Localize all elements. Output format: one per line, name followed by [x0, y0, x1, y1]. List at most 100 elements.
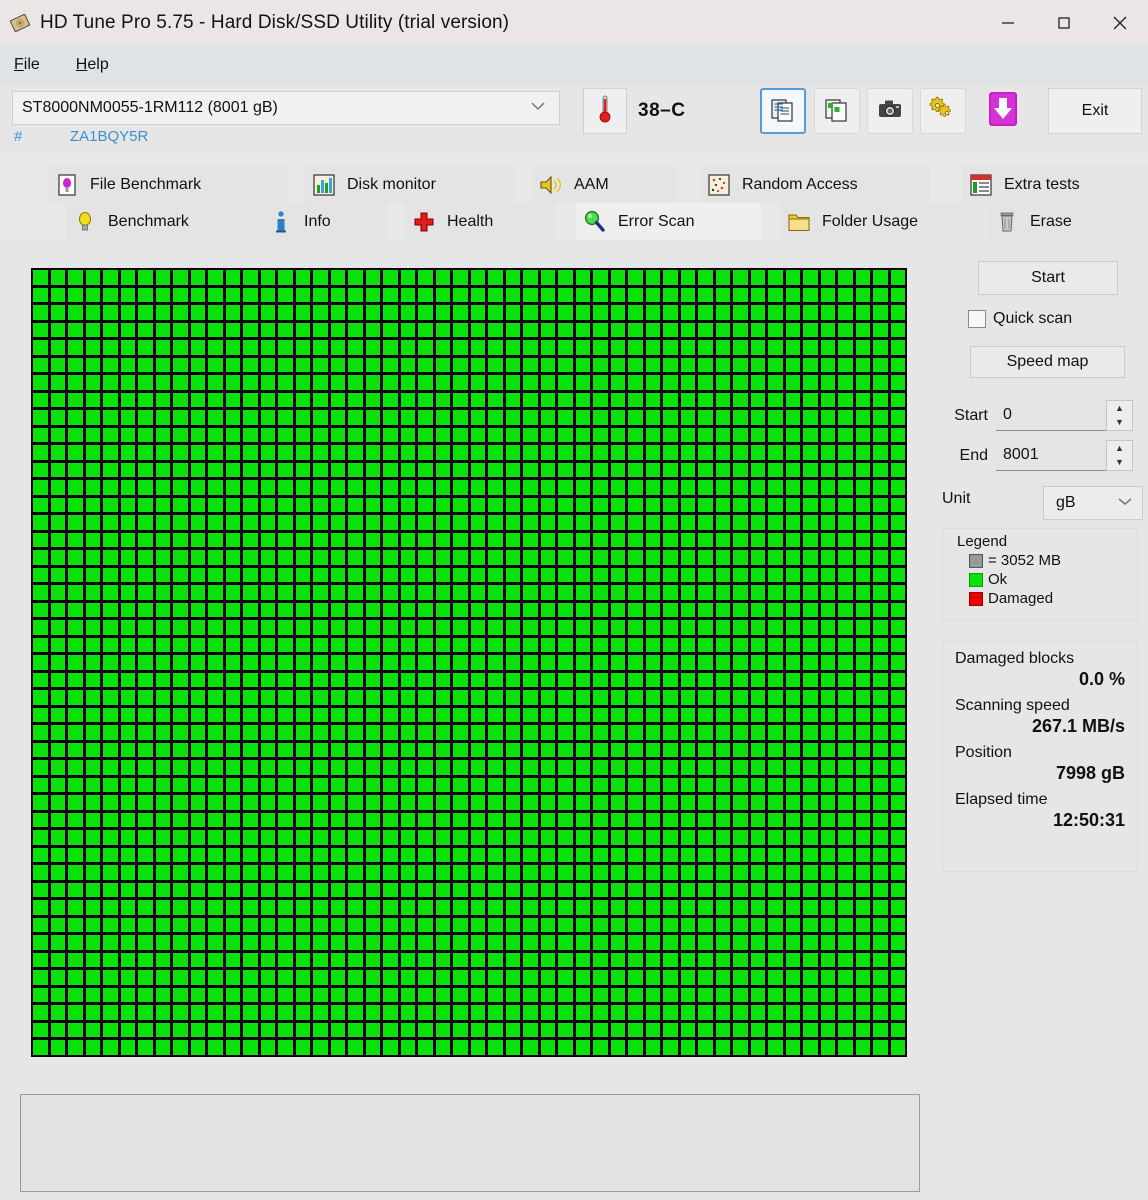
block-cell: [733, 270, 748, 285]
stepper-up-icon[interactable]: ▲: [1115, 443, 1124, 453]
save-button[interactable]: [980, 88, 1026, 134]
block-cell: [733, 777, 748, 793]
quick-scan-checkbox[interactable]: [968, 310, 986, 328]
block-cell: [873, 917, 888, 933]
drive-select[interactable]: ST8000NM0055-1RM112 (8001 gB): [12, 91, 560, 125]
menu-item-help[interactable]: Help: [70, 54, 123, 76]
unit-select[interactable]: gB: [1043, 486, 1143, 520]
log-output[interactable]: [20, 1094, 920, 1192]
block-cell: [365, 1040, 380, 1055]
end-input[interactable]: 8001: [996, 440, 1106, 471]
block-cell: [575, 760, 590, 775]
block-cell: [855, 882, 870, 898]
block-cell: [383, 760, 398, 775]
block-cell: [663, 620, 678, 635]
stepper-down-icon[interactable]: ▼: [1115, 458, 1124, 467]
tab-file-benchmark[interactable]: File Benchmark: [48, 166, 288, 203]
block-cell: [750, 602, 765, 618]
block-cell: [768, 602, 783, 618]
block-cell: [593, 742, 608, 758]
copy-image-button[interactable]: [814, 88, 860, 134]
block-cell: [470, 900, 485, 915]
block-cell: [750, 392, 765, 408]
block-map[interactable]: [31, 268, 907, 1057]
block-cell: [750, 445, 765, 460]
block-cell: [855, 847, 870, 863]
tab-health[interactable]: Health: [405, 203, 555, 240]
stepper-down-icon[interactable]: ▼: [1115, 418, 1124, 427]
block-cell: [103, 987, 118, 1003]
tab-disk-monitor[interactable]: Disk monitor: [305, 166, 515, 203]
block-cell: [733, 392, 748, 408]
block-cell: [785, 532, 800, 548]
block-cell: [750, 830, 765, 845]
tab-info[interactable]: Info: [262, 203, 387, 240]
block-cell: [348, 427, 363, 443]
tab-folder-usage[interactable]: Folder Usage: [780, 203, 985, 240]
block-cell: [768, 532, 783, 548]
damaged-blocks-label: Damaged blocks: [955, 650, 1075, 667]
block-cell: [820, 917, 835, 933]
maximize-button[interactable]: [1036, 0, 1092, 45]
block-cell: [68, 462, 83, 478]
block-cell: [488, 515, 503, 530]
block-cell: [85, 497, 100, 513]
tab-random-access[interactable]: Random Access: [700, 166, 930, 203]
settings-button[interactable]: [920, 88, 966, 134]
screenshot-button[interactable]: [867, 88, 913, 134]
start-stepper[interactable]: ▲ ▼: [1106, 400, 1133, 431]
block-cell: [505, 725, 520, 740]
tab-aam[interactable]: AAM: [532, 166, 677, 203]
block-cell: [558, 970, 573, 985]
block-cell: [120, 445, 135, 460]
stepper-up-icon[interactable]: ▲: [1115, 403, 1124, 413]
block-cell: [400, 987, 415, 1003]
block-cell: [663, 445, 678, 460]
tab-erase[interactable]: Erase: [988, 203, 1148, 240]
block-cell: [733, 305, 748, 320]
tab-extra-tests[interactable]: Extra tests: [962, 166, 1148, 203]
block-cell: [295, 340, 310, 355]
block-cell: [680, 1040, 695, 1055]
block-cell: [243, 322, 258, 338]
close-button[interactable]: [1092, 0, 1148, 45]
block-cell: [873, 970, 888, 985]
quick-scan-row[interactable]: Quick scan: [968, 310, 1072, 328]
speed-map-button[interactable]: Speed map: [970, 346, 1125, 378]
menu-item-file[interactable]: File: [8, 54, 54, 76]
start-scan-button[interactable]: Start: [978, 261, 1118, 295]
copy-text-button[interactable]: [760, 88, 806, 134]
block-cell: [208, 392, 223, 408]
block-cell: [155, 637, 170, 653]
block-cell: [505, 322, 520, 338]
block-cell: [768, 375, 783, 390]
tab-error-scan[interactable]: Error Scan: [576, 203, 761, 240]
block-cell: [610, 987, 625, 1003]
minimize-button[interactable]: [980, 0, 1036, 45]
block-cell: [85, 795, 100, 810]
block-cell: [173, 305, 188, 320]
block-cell: [400, 550, 415, 565]
exit-button[interactable]: Exit: [1048, 88, 1142, 134]
block-cell: [750, 567, 765, 583]
block-cell: [523, 1022, 538, 1038]
block-cell: [750, 480, 765, 495]
block-cell: [120, 305, 135, 320]
block-cell: [470, 410, 485, 425]
block-cell: [348, 795, 363, 810]
block-cell: [820, 777, 835, 793]
file-benchmark-icon: [54, 172, 80, 198]
block-cell: [855, 515, 870, 530]
block-cell: [383, 865, 398, 880]
end-stepper[interactable]: ▲ ▼: [1106, 440, 1133, 471]
start-input[interactable]: 0: [996, 400, 1106, 431]
block-cell: [698, 392, 713, 408]
block-cell: [505, 707, 520, 723]
block-cell: [838, 1040, 853, 1055]
block-cell: [278, 882, 293, 898]
block-cell: [803, 882, 818, 898]
block-cell: [855, 637, 870, 653]
block-cell: [278, 602, 293, 618]
block-cell: [785, 847, 800, 863]
tab-benchmark[interactable]: Benchmark: [66, 203, 262, 240]
